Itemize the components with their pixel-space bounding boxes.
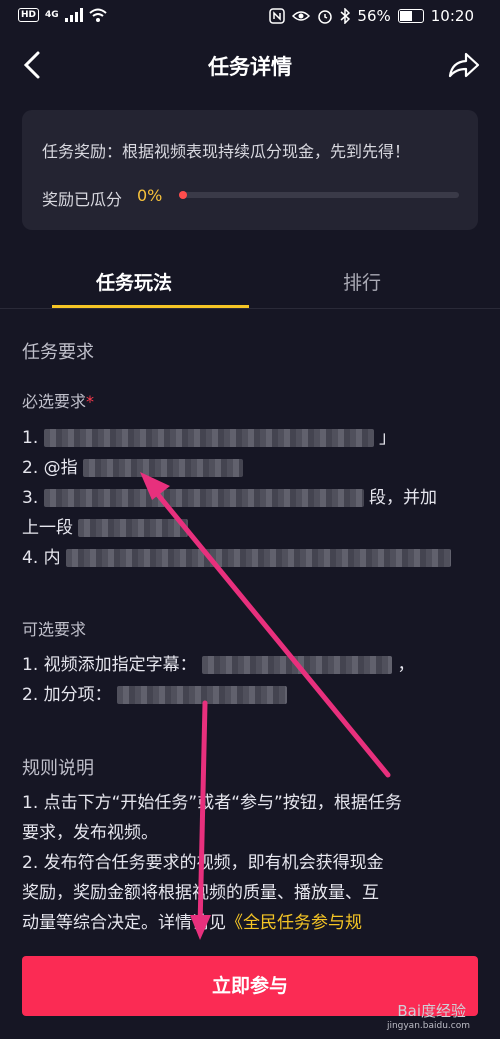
reward-progress: 奖励已瓜分 0% xyxy=(42,186,462,209)
active-tab-indicator xyxy=(52,305,249,308)
status-right: 56% 10:20 xyxy=(269,7,474,25)
signal-icon xyxy=(64,8,83,22)
eye-icon xyxy=(292,11,311,21)
required-item-2: 2. @指 xyxy=(22,455,244,481)
blurred-text xyxy=(66,549,452,567)
watermark-logo: Bai度经验 xyxy=(397,1002,466,1020)
reward-description: 任务奖励：根据视频表现持续瓜分现金，先到先得！ xyxy=(42,142,411,161)
hd-badge: HD xyxy=(18,8,40,22)
blurred-text xyxy=(83,459,244,477)
item-text: ， xyxy=(397,655,415,675)
share-button[interactable] xyxy=(446,48,482,82)
item-text: 2. @指 xyxy=(22,458,78,478)
item-text: 3. xyxy=(22,488,39,508)
item-text: 1. xyxy=(22,428,39,448)
rules-link[interactable]: 《全民任务参与规 xyxy=(226,913,362,933)
page-title: 任务详情 xyxy=(208,55,292,79)
item-text: 2. 加分项： xyxy=(22,685,112,705)
blurred-text xyxy=(202,656,393,674)
required-item-3: 3. 段，并加 xyxy=(22,485,437,511)
tab-bar: 任务玩法 排行 xyxy=(0,258,500,309)
required-title: 必选要求* xyxy=(22,388,94,412)
clock: 10:20 xyxy=(430,7,474,25)
rules-line-5: 动量等综合决定。详情请见《全民任务参与规 xyxy=(22,910,362,936)
bluetooth-icon xyxy=(340,8,351,24)
blurred-text xyxy=(43,489,364,507)
reward-card: 任务奖励：根据视频表现持续瓜分现金，先到先得！ 奖励已瓜分 0% xyxy=(22,110,478,230)
blurred-text xyxy=(78,519,189,537)
progress-percent: 0% xyxy=(137,186,163,205)
item-text: 4. 内 xyxy=(22,548,61,568)
progress-fill xyxy=(179,191,187,199)
nfc-icon xyxy=(269,8,286,24)
required-title-text: 必选要求 xyxy=(22,392,87,411)
status-bar: HD 4G 56% 10:20 xyxy=(0,0,500,34)
required-item-3-cont: 上一段 xyxy=(22,515,189,541)
share-icon xyxy=(448,52,480,78)
alarm-icon xyxy=(318,10,333,24)
rules-line-2: 要求，发布视频。 xyxy=(22,823,158,843)
optional-item-1: 1. 视频添加指定字幕： ， xyxy=(22,652,414,678)
blurred-text xyxy=(43,429,374,447)
watermark-url: jingyan.baidu.com xyxy=(386,1021,470,1031)
required-item-1: 1. 」 xyxy=(22,425,396,451)
title-bar: 任务详情 xyxy=(0,34,500,96)
item-text: 上一段 xyxy=(22,518,73,538)
progress-label: 奖励已瓜分 xyxy=(42,190,123,209)
required-item-4: 4. 内 xyxy=(22,545,452,571)
network-type: 4G xyxy=(45,10,59,20)
requirements-title: 任务要求 xyxy=(22,342,94,363)
tab-task-rules[interactable]: 任务玩法 xyxy=(96,268,172,295)
wifi-icon xyxy=(89,8,107,22)
tab-ranking[interactable]: 排行 xyxy=(343,268,381,295)
optional-item-2: 2. 加分项： xyxy=(22,682,288,708)
rules-line-4: 奖励，奖励金额将根据视频的质量、播放量、互 xyxy=(22,883,379,903)
required-star: * xyxy=(86,392,95,411)
rules-line-3: 2. 发布符合任务要求的视频，即有机会获得现金 xyxy=(22,853,384,873)
item-text: 」 xyxy=(379,428,397,448)
battery-percent: 56% xyxy=(357,7,391,25)
optional-title: 可选要求 xyxy=(22,620,87,639)
rules-line-5-text: 动量等综合决定。详情请见 xyxy=(22,913,226,933)
rules-line-1: 1. 点击下方“开始任务”或者“参与”按钮，根据任务 xyxy=(22,793,402,813)
item-text: 段，并加 xyxy=(369,488,438,508)
item-text: 1. 视频添加指定字幕： xyxy=(22,655,197,675)
status-left: HD 4G xyxy=(18,8,107,22)
rules-title: 规则说明 xyxy=(22,758,94,779)
blurred-text xyxy=(117,686,288,704)
battery-icon xyxy=(397,9,424,23)
progress-bar xyxy=(179,191,459,199)
